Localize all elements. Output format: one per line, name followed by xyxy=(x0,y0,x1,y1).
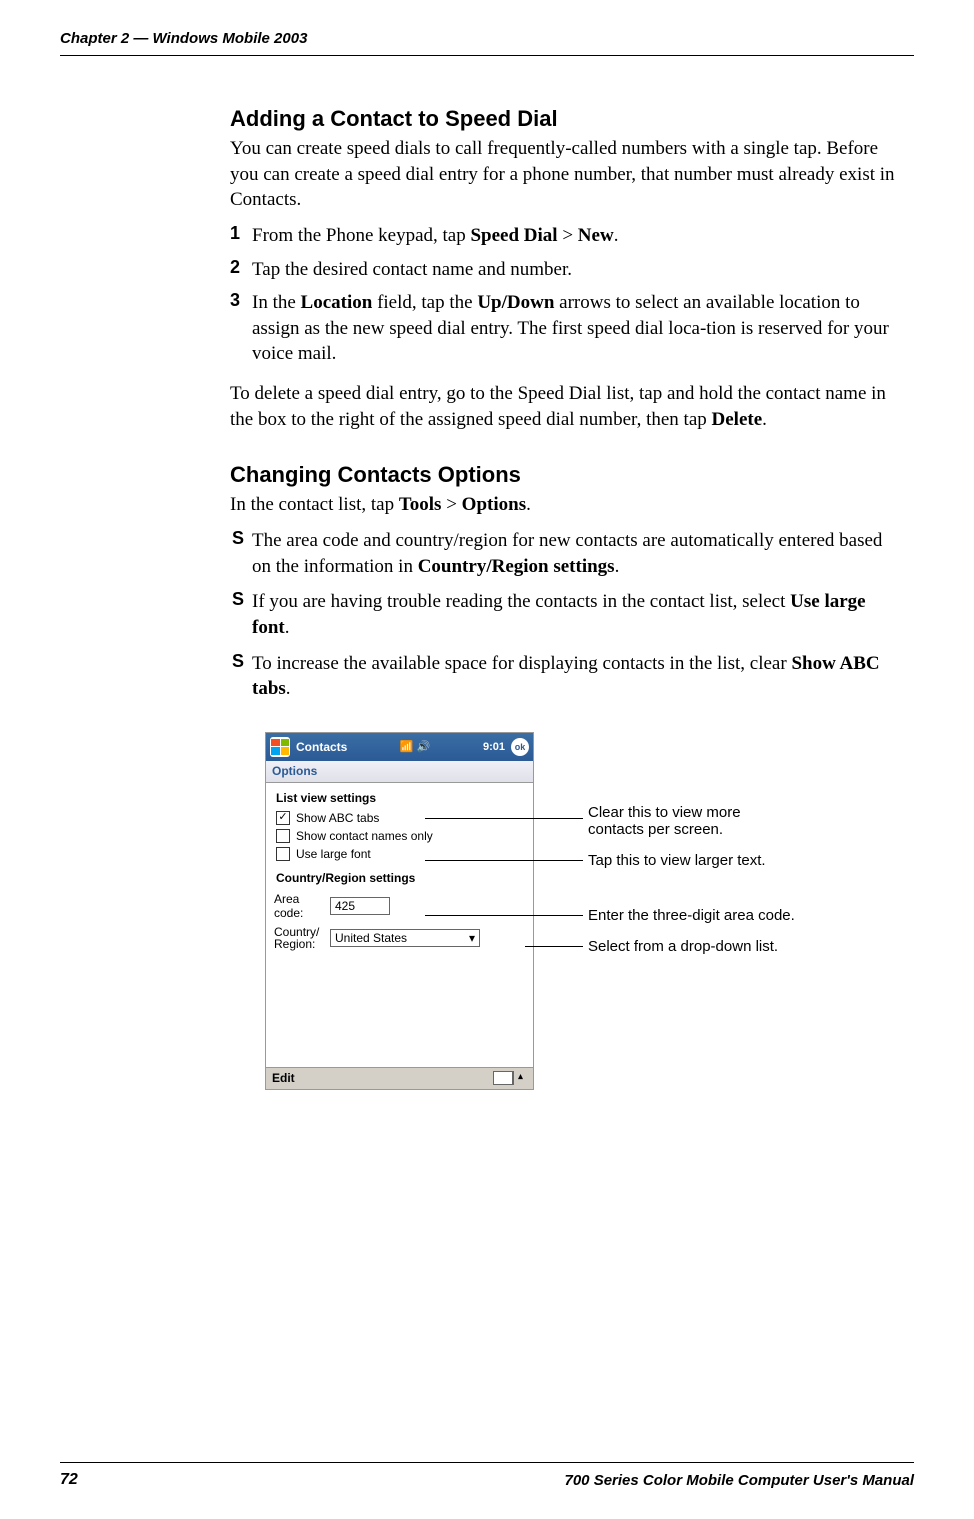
pda-footer-bar: Edit ▴ xyxy=(266,1067,533,1089)
keyboard-icon[interactable] xyxy=(493,1071,513,1085)
chapter-label: Chapter 2 xyxy=(60,30,129,47)
checkbox-empty-icon[interactable] xyxy=(276,829,290,843)
annotation-4: Select from a drop-down list. xyxy=(588,938,778,955)
checkbox-checked-icon[interactable]: ✓ xyxy=(276,811,290,825)
screenshot-container: Contacts 📶 🔊 9:01 ok Options List view s… xyxy=(230,732,899,1090)
bullet-content: If you are having trouble reading the co… xyxy=(252,589,899,640)
page-number: 72 xyxy=(60,1471,78,1489)
section2-intro: In the contact list, tap Tools > Options… xyxy=(230,492,899,518)
step-3: 3 In the Location field, tap the Up/Down… xyxy=(230,290,899,367)
country-region-label: Country/Region settings xyxy=(266,863,533,889)
country-value: United States xyxy=(335,931,407,945)
clock-time: 9:01 xyxy=(483,741,505,753)
section1-intro: You can create speed dials to call frequ… xyxy=(230,136,899,213)
bullet-symbol: S xyxy=(230,528,252,579)
options-subheader: Options xyxy=(266,761,533,783)
area-code-input[interactable]: 425 xyxy=(330,897,390,915)
bullet-3: S To increase the available space for di… xyxy=(230,651,899,702)
annotation-1: Clear this to view more contacts per scr… xyxy=(588,804,778,839)
step-1: 1 From the Phone keypad, tap Speed Dial … xyxy=(230,223,899,249)
manual-title: 700 Series Color Mobile Computer User's … xyxy=(565,1472,915,1489)
start-icon[interactable] xyxy=(270,737,290,757)
sip-arrow-icon[interactable]: ▴ xyxy=(513,1071,527,1085)
country-region-row: Country/ Region: United States ▾ xyxy=(266,923,533,953)
annotation-line-2 xyxy=(425,860,583,861)
show-contact-names-row[interactable]: Show contact names only xyxy=(266,827,533,845)
section1-title: Adding a Contact to Speed Dial xyxy=(230,106,899,132)
annotation-3: Enter the three-digit area code. xyxy=(588,907,795,924)
area-code-row: Area code: 425 xyxy=(266,889,533,923)
country-region-field-label: Country/ Region: xyxy=(274,926,330,950)
section2-title: Changing Contacts Options xyxy=(230,462,899,488)
page-content: Adding a Contact to Speed Dial You can c… xyxy=(60,106,914,1090)
annotation-line-3 xyxy=(425,915,583,916)
checkbox-empty-icon[interactable] xyxy=(276,847,290,861)
speed-dial-steps: 1 From the Phone keypad, tap Speed Dial … xyxy=(230,223,899,367)
step-number: 3 xyxy=(230,290,252,367)
bullet-1: S The area code and country/region for n… xyxy=(230,528,899,579)
step-content: Tap the desired contact name and number. xyxy=(252,257,899,283)
page-footer: 72 700 Series Color Mobile Computer User… xyxy=(60,1462,914,1489)
bullet-2: S If you are having trouble reading the … xyxy=(230,589,899,640)
step-number: 2 xyxy=(230,257,252,283)
bullet-content: The area code and country/region for new… xyxy=(252,528,899,579)
edit-menu[interactable]: Edit xyxy=(272,1071,295,1085)
page-header: Chapter 2 — Windows Mobile 2003 xyxy=(60,30,914,56)
bullet-symbol: S xyxy=(230,651,252,702)
signal-icon: 📶 🔊 xyxy=(400,740,430,753)
header-sep: — xyxy=(133,30,148,47)
bullet-content: To increase the available space for disp… xyxy=(252,651,899,702)
dropdown-arrow-icon: ▾ xyxy=(469,931,475,945)
area-code-label: Area code: xyxy=(274,892,330,920)
windows-flag-icon xyxy=(271,739,289,755)
chapter-title: Windows Mobile 2003 xyxy=(153,30,308,47)
annotation-line-1 xyxy=(425,818,583,819)
pda-screenshot: Contacts 📶 🔊 9:01 ok Options List view s… xyxy=(265,732,534,1090)
app-title: Contacts xyxy=(296,740,347,754)
ok-button[interactable]: ok xyxy=(511,738,529,756)
checkbox-label: Use large font xyxy=(296,847,371,861)
step-number: 1 xyxy=(230,223,252,249)
step-content: From the Phone keypad, tap Speed Dial > … xyxy=(252,223,899,249)
bullet-symbol: S xyxy=(230,589,252,640)
country-select[interactable]: United States ▾ xyxy=(330,929,480,947)
annotation-2: Tap this to view larger text. xyxy=(588,852,766,869)
pda-title-bar: Contacts 📶 🔊 9:01 ok xyxy=(266,733,533,761)
options-bullets: S The area code and country/region for n… xyxy=(230,528,899,702)
step-content: In the Location field, tap the Up/Down a… xyxy=(252,290,899,367)
list-view-settings-label: List view settings xyxy=(266,783,533,809)
checkbox-label: Show contact names only xyxy=(296,829,433,843)
checkbox-label: Show ABC tabs xyxy=(296,811,379,825)
annotation-line-4 xyxy=(525,946,583,947)
section1-outro: To delete a speed dial entry, go to the … xyxy=(230,381,899,432)
step-2: 2 Tap the desired contact name and numbe… xyxy=(230,257,899,283)
